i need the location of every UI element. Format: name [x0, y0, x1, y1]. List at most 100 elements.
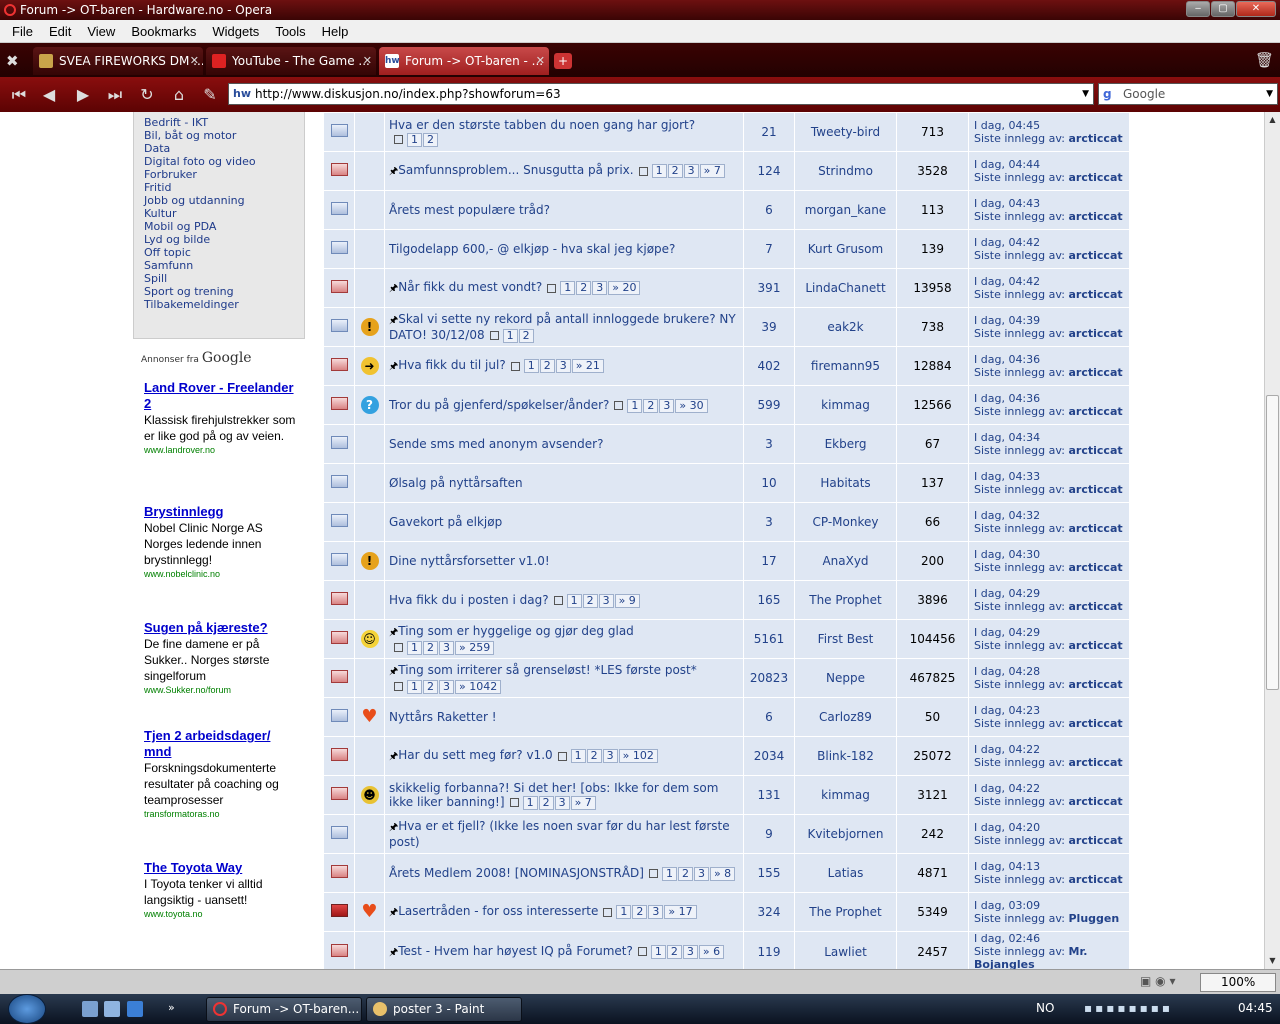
page-link[interactable]: 2: [582, 593, 598, 608]
close-button[interactable]: ✕: [1236, 1, 1276, 17]
menu-view[interactable]: View: [79, 24, 123, 39]
last-post-author-link[interactable]: arcticcat: [1069, 210, 1123, 223]
page-link[interactable]: 1: [523, 359, 539, 373]
tab-youtube[interactable]: YouTube - The Game ... ✕: [206, 47, 376, 75]
category-link[interactable]: Kultur: [144, 207, 304, 220]
start-button[interactable]: [8, 994, 46, 1024]
page-link[interactable]: 3: [683, 164, 699, 178]
page-link[interactable]: 1: [566, 593, 582, 608]
vertical-scrollbar[interactable]: ▲ ▼: [1264, 112, 1280, 969]
last-post-author-link[interactable]: arcticcat: [1069, 639, 1123, 652]
page-link[interactable]: 3: [693, 866, 709, 881]
page-link[interactable]: 1: [560, 281, 576, 295]
page-link[interactable]: » 1042: [455, 679, 502, 694]
page-link[interactable]: » 30: [675, 398, 708, 413]
tab-close-icon[interactable]: ✕: [536, 47, 545, 75]
last-post-time[interactable]: I dag, 04:22: [974, 782, 1129, 795]
page-link[interactable]: » 259: [455, 640, 495, 655]
ad-title-link[interactable]: Sugen på kjæreste?: [144, 620, 299, 636]
last-post-author-link[interactable]: arcticcat: [1069, 834, 1123, 847]
category-link[interactable]: Lyd og bilde: [144, 233, 304, 246]
replies-count[interactable]: 131: [743, 775, 795, 815]
last-post-time[interactable]: I dag, 04:13: [974, 860, 1129, 873]
category-link[interactable]: Mobil og PDA: [144, 220, 304, 233]
page-link[interactable]: 1: [407, 132, 422, 147]
replies-count[interactable]: 155: [743, 853, 795, 893]
last-post-author-link[interactable]: arcticcat: [1069, 795, 1123, 808]
page-link[interactable]: 3: [598, 593, 614, 608]
page-link[interactable]: » 9: [614, 593, 640, 608]
replies-count[interactable]: 402: [743, 346, 795, 386]
topic-title-link[interactable]: Sende sms med anonym avsender?: [389, 437, 603, 451]
page-link[interactable]: » 20: [608, 281, 641, 295]
page-link[interactable]: 3: [555, 359, 571, 373]
topic-title-link[interactable]: Årets Medlem 2008! [NOMINASJONSTRÅD]: [389, 866, 644, 880]
page-link[interactable]: 1: [522, 795, 538, 810]
last-post-author-link[interactable]: Pluggen: [1069, 912, 1120, 925]
last-post-time[interactable]: I dag, 04:33: [974, 470, 1129, 483]
replies-count[interactable]: 119: [743, 931, 795, 969]
last-post-author-link[interactable]: arcticcat: [1069, 522, 1123, 535]
author-link[interactable]: Blink-182: [794, 736, 897, 776]
category-link[interactable]: Tilbakemeldinger: [144, 298, 304, 311]
topic-title-link[interactable]: Hva er den største tabben du noen gang h…: [389, 118, 695, 132]
author-link[interactable]: Neppe: [794, 658, 897, 698]
last-post-author-link[interactable]: arcticcat: [1069, 171, 1123, 184]
chevron-down-icon[interactable]: ▼: [1266, 84, 1273, 104]
author-link[interactable]: AnaXyd: [794, 541, 897, 581]
page-link[interactable]: 2: [667, 164, 683, 178]
page-link[interactable]: 2: [632, 905, 648, 919]
page-link[interactable]: 1: [570, 749, 586, 763]
category-link[interactable]: Samfunn: [144, 259, 304, 272]
page-link[interactable]: 3: [682, 944, 698, 959]
ad-url-link[interactable]: www.landrover.no: [144, 444, 299, 456]
ad-title-link[interactable]: Brystinnlegg: [144, 504, 299, 520]
replies-count[interactable]: 599: [743, 385, 795, 425]
last-post-time[interactable]: I dag, 04:42: [974, 275, 1129, 288]
author-link[interactable]: Latias: [794, 853, 897, 893]
internet-explorer-icon[interactable]: [127, 1001, 143, 1017]
replies-count[interactable]: 6: [743, 697, 795, 737]
topic-title-link[interactable]: Samfunnsproblem... Snusgutta på prix.: [398, 163, 633, 177]
tab-close-icon[interactable]: ✕: [190, 47, 199, 75]
ad-url-link[interactable]: www.Sukker.no/forum: [144, 684, 299, 696]
page-link[interactable]: » 21: [571, 359, 604, 373]
clock[interactable]: 04:45: [1238, 1001, 1273, 1015]
category-link[interactable]: Spill: [144, 272, 304, 285]
author-link[interactable]: eak2k: [794, 307, 897, 347]
ad-title-link[interactable]: The Toyota Way: [144, 860, 299, 876]
replies-count[interactable]: 165: [743, 580, 795, 620]
last-post-author-link[interactable]: arcticcat: [1069, 483, 1123, 496]
new-tab-button[interactable]: +: [554, 53, 572, 69]
last-post-time[interactable]: I dag, 04:44: [974, 158, 1129, 171]
ad-url-link[interactable]: transformatoras.no: [144, 808, 299, 820]
topic-title-link[interactable]: Tilgodelapp 600,- @ elkjøp - hva skal je…: [389, 242, 675, 256]
page-link[interactable]: 3: [592, 281, 608, 295]
author-link[interactable]: firemann95: [794, 346, 897, 386]
forward-icon[interactable]: ▶: [72, 85, 94, 105]
scroll-down-icon[interactable]: ▼: [1265, 953, 1280, 969]
replies-count[interactable]: 9: [743, 814, 795, 854]
chevron-right-icon[interactable]: »: [168, 1001, 184, 1017]
last-post-time[interactable]: I dag, 04:28: [974, 665, 1129, 678]
trash-icon[interactable]: 🗑: [1255, 51, 1274, 69]
topic-title-link[interactable]: Test - Hvem har høyest IQ på Forumet?: [398, 944, 633, 958]
last-post-time[interactable]: I dag, 04:30: [974, 548, 1129, 561]
last-post-author-link[interactable]: arcticcat: [1069, 600, 1123, 613]
page-link[interactable]: 1: [661, 866, 677, 881]
page-link[interactable]: 2: [518, 328, 534, 343]
rewind-icon[interactable]: ⏮: [8, 85, 30, 105]
last-post-time[interactable]: I dag, 04:45: [974, 119, 1129, 132]
category-link[interactable]: Sport og trening: [144, 285, 304, 298]
taskbar-item-paint[interactable]: poster 3 - Paint: [366, 997, 522, 1022]
page-link[interactable]: 2: [423, 132, 438, 147]
last-post-author-link[interactable]: arcticcat: [1069, 249, 1123, 262]
menu-widgets[interactable]: Widgets: [204, 24, 267, 39]
author-link[interactable]: First Best: [794, 619, 897, 659]
scroll-up-icon[interactable]: ▲: [1265, 112, 1280, 128]
author-link[interactable]: Carloz89: [794, 697, 897, 737]
chevron-down-icon[interactable]: ▼: [1082, 84, 1089, 104]
topic-title-link[interactable]: Hva fikk du i posten i dag?: [389, 593, 549, 607]
page-link[interactable]: 1: [407, 640, 422, 655]
last-post-time[interactable]: I dag, 04:36: [974, 353, 1129, 366]
